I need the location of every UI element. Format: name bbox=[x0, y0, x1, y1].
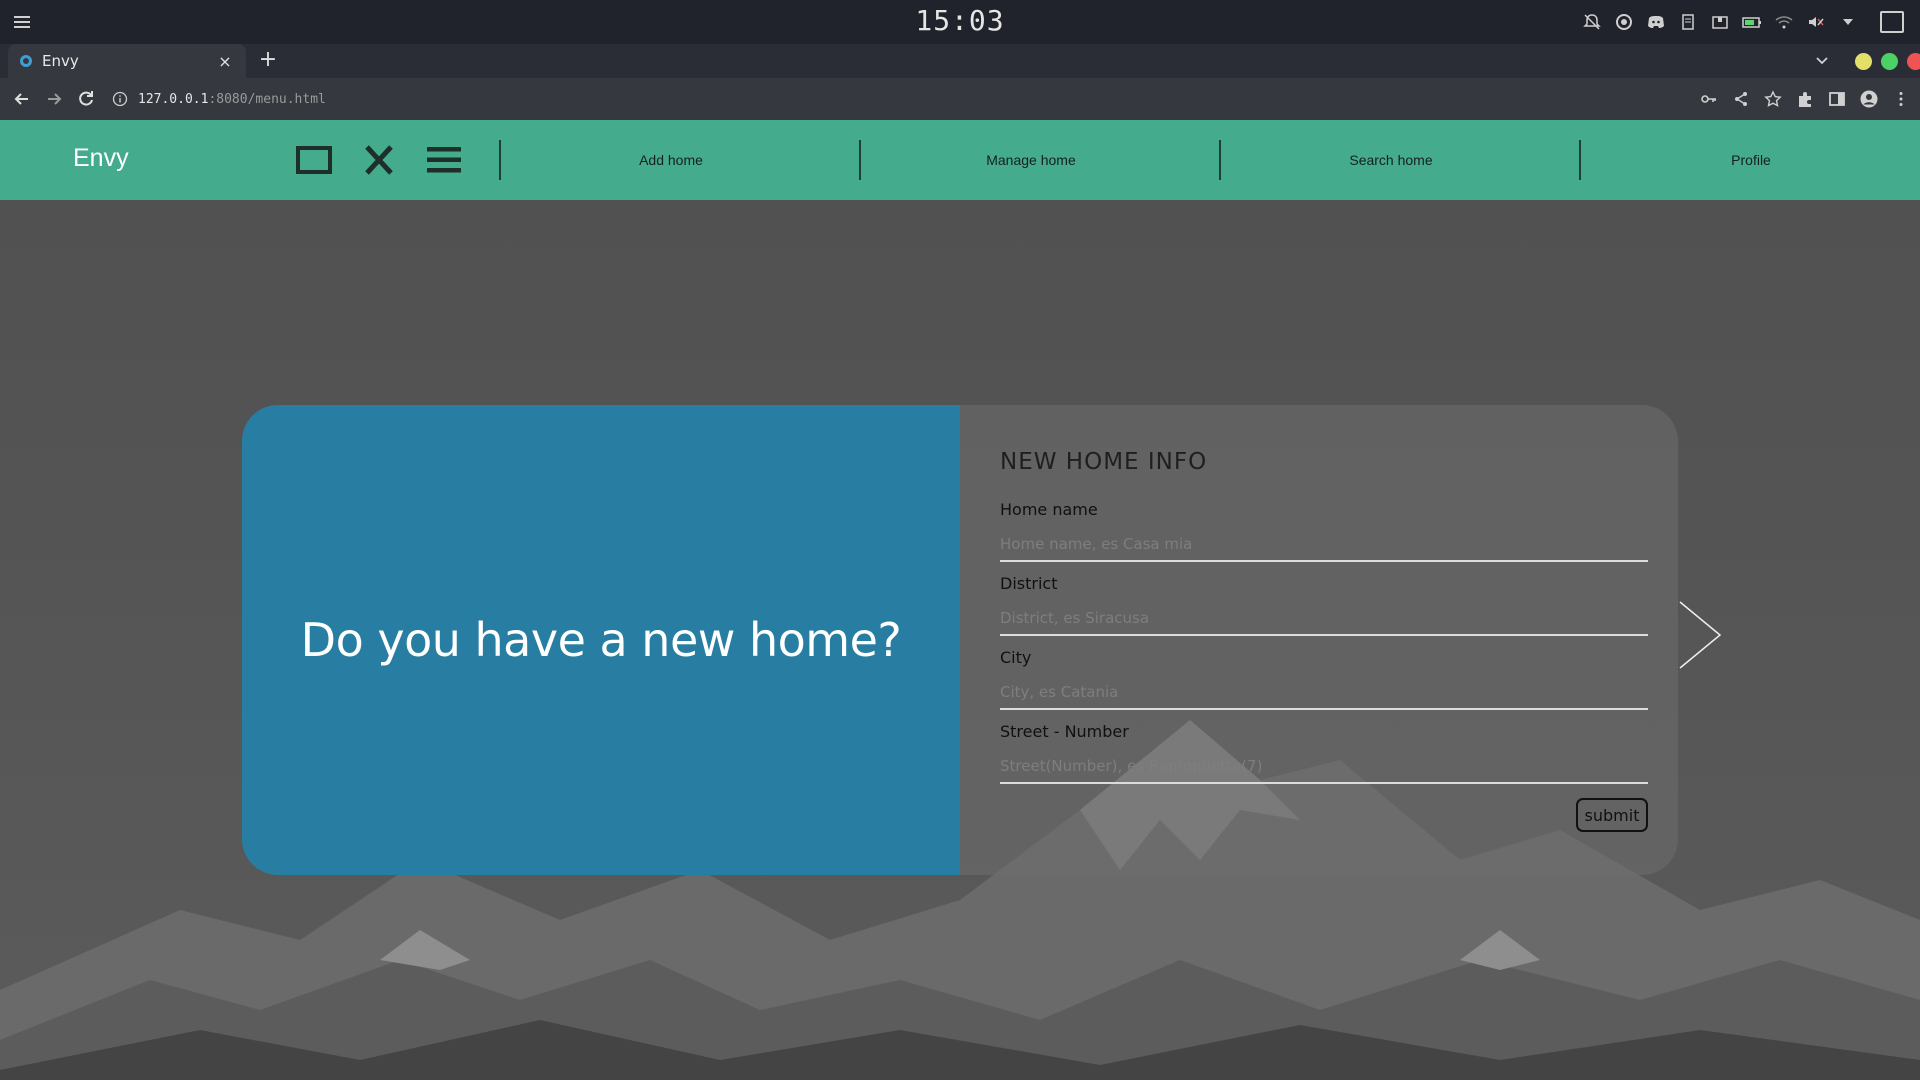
chrome-icon[interactable] bbox=[1614, 12, 1634, 32]
city-input[interactable] bbox=[1000, 676, 1648, 710]
home-name-input[interactable] bbox=[1000, 528, 1648, 562]
hero-headline: Do you have a new home? bbox=[300, 613, 902, 667]
browser-toolbar: 127.0.0.1:8080/menu.html bbox=[0, 78, 1920, 120]
url-host: 127.0.0.1 bbox=[138, 91, 209, 107]
web-page: Envy Add home Manage home Search home Pr… bbox=[0, 120, 1920, 1080]
square-icon[interactable] bbox=[295, 142, 333, 178]
browser-tab-strip: Envy × + bbox=[0, 44, 1920, 78]
street-number-field: Street - Number bbox=[1000, 722, 1648, 796]
maximize-button[interactable] bbox=[1881, 53, 1898, 70]
package-icon[interactable] bbox=[1710, 12, 1730, 32]
url-text: 127.0.0.1:8080/menu.html bbox=[138, 92, 326, 107]
volume-muted-icon[interactable] bbox=[1806, 12, 1826, 32]
address-bar[interactable]: 127.0.0.1:8080/menu.html bbox=[112, 84, 1672, 114]
nav-profile[interactable]: Profile bbox=[1572, 120, 1920, 200]
site-brand[interactable]: Envy bbox=[73, 144, 129, 173]
tab-close-icon[interactable]: × bbox=[216, 52, 234, 71]
new-home-card: Do you have a new home? NEW HOME INFO Ho… bbox=[242, 405, 1678, 875]
key-icon[interactable] bbox=[1700, 90, 1718, 108]
home-name-field: Home name bbox=[1000, 500, 1648, 574]
share-icon[interactable] bbox=[1732, 90, 1750, 108]
form-title: NEW HOME INFO bbox=[1000, 449, 1208, 475]
extensions-icon[interactable] bbox=[1796, 90, 1814, 108]
reload-icon[interactable] bbox=[76, 89, 96, 109]
nav-search-home[interactable]: Search home bbox=[1212, 120, 1570, 200]
home-name-label: Home name bbox=[1000, 500, 1098, 519]
new-home-form: NEW HOME INFO Home name District City St… bbox=[960, 405, 1678, 875]
browser-tab[interactable]: Envy × bbox=[8, 44, 246, 78]
battery-icon[interactable] bbox=[1742, 12, 1762, 32]
profile-avatar-icon[interactable] bbox=[1860, 90, 1878, 108]
district-input[interactable] bbox=[1000, 602, 1648, 636]
card-hero-panel: Do you have a new home? bbox=[242, 405, 960, 875]
site-navbar: Envy Add home Manage home Search home Pr… bbox=[0, 120, 1920, 200]
submit-button[interactable]: submit bbox=[1576, 798, 1648, 832]
tab-title: Envy bbox=[42, 52, 79, 70]
favicon-icon bbox=[20, 55, 32, 67]
site-info-icon[interactable] bbox=[112, 91, 128, 107]
district-field: District bbox=[1000, 574, 1648, 648]
back-icon[interactable] bbox=[12, 89, 32, 109]
next-arrow-icon[interactable] bbox=[1678, 600, 1724, 670]
kebab-menu-icon[interactable] bbox=[1892, 90, 1910, 108]
dropdown-icon[interactable] bbox=[1838, 12, 1858, 32]
bell-off-icon[interactable] bbox=[1582, 12, 1602, 32]
hamburger-menu-icon[interactable] bbox=[425, 142, 463, 178]
street-number-label: Street - Number bbox=[1000, 722, 1129, 741]
clipboard-icon[interactable] bbox=[1678, 12, 1698, 32]
system-tray bbox=[1582, 10, 1904, 34]
app-menu-icon[interactable] bbox=[12, 12, 32, 32]
show-desktop-icon[interactable] bbox=[1880, 11, 1904, 33]
minimize-button[interactable] bbox=[1855, 53, 1872, 70]
city-field: City bbox=[1000, 648, 1648, 722]
district-label: District bbox=[1000, 574, 1058, 593]
side-panel-icon[interactable] bbox=[1828, 90, 1846, 108]
close-icon[interactable] bbox=[360, 142, 398, 178]
wifi-icon[interactable] bbox=[1774, 12, 1794, 32]
bookmark-star-icon[interactable] bbox=[1764, 90, 1782, 108]
forward-icon[interactable] bbox=[44, 89, 64, 109]
tab-list-chevron-icon[interactable] bbox=[1814, 53, 1830, 69]
close-window-button[interactable] bbox=[1907, 53, 1920, 70]
nav-add-home[interactable]: Add home bbox=[492, 120, 850, 200]
discord-icon[interactable] bbox=[1646, 12, 1666, 32]
city-label: City bbox=[1000, 648, 1032, 667]
toolbar-actions bbox=[1700, 88, 1910, 110]
os-top-bar: 15:03 bbox=[0, 0, 1920, 44]
url-path: :8080/menu.html bbox=[208, 91, 326, 107]
nav-manage-home[interactable]: Manage home bbox=[852, 120, 1210, 200]
street-number-input[interactable] bbox=[1000, 750, 1648, 784]
new-tab-button[interactable]: + bbox=[256, 49, 280, 73]
